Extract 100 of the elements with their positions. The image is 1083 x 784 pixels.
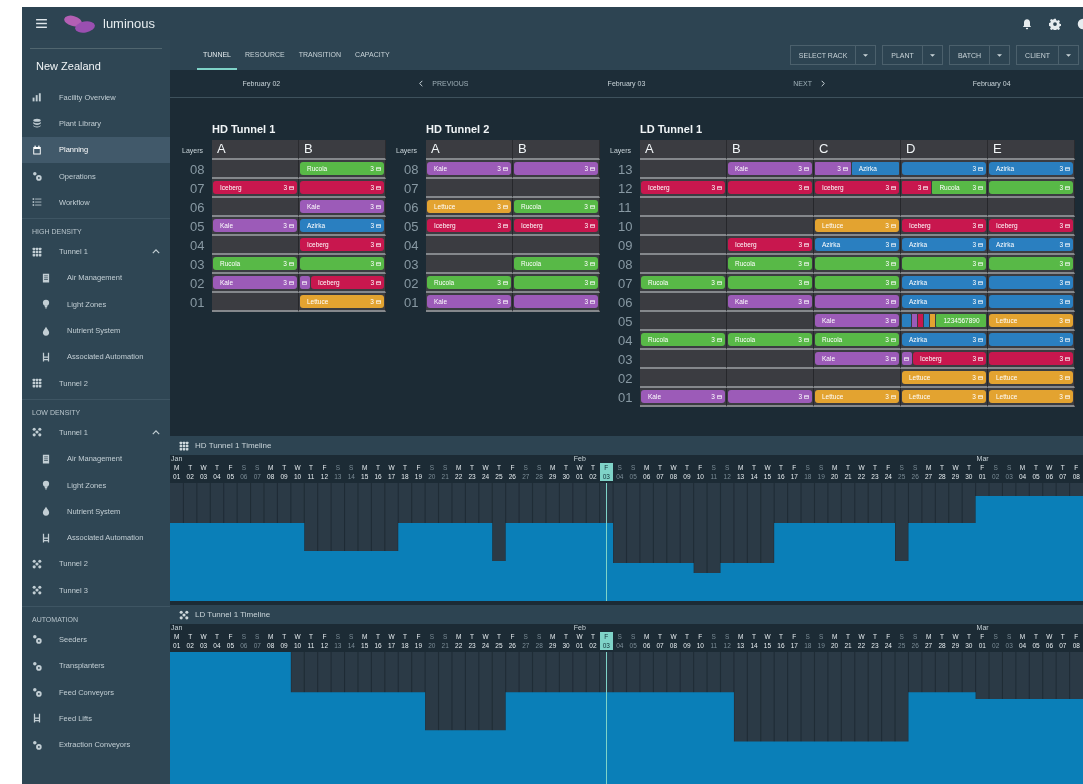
document-icon [41, 453, 51, 464]
rack-slot[interactable] [727, 217, 814, 236]
tray-icon [503, 299, 508, 304]
rack-slot[interactable] [727, 312, 814, 331]
rack-slot[interactable] [640, 160, 727, 179]
tray-icon [503, 223, 508, 228]
rack-slot[interactable] [426, 179, 513, 198]
tray-icon [978, 223, 983, 228]
layer-number: 06 [404, 199, 420, 217]
layer-number: 06 [190, 199, 206, 217]
tray-icon [1065, 166, 1070, 171]
rack-slot[interactable] [640, 350, 727, 369]
rack-slot[interactable] [727, 350, 814, 369]
rack-slot[interactable] [901, 198, 988, 217]
layer-number: 07 [190, 180, 206, 198]
rack-slot[interactable] [814, 198, 901, 217]
tray-icon [978, 261, 983, 266]
layer-number: 08 [618, 256, 634, 274]
plant-bar[interactable] [924, 314, 930, 327]
rack-slot[interactable] [727, 198, 814, 217]
rack-slot[interactable] [640, 198, 727, 217]
tray-icon [590, 166, 595, 171]
rack-slot[interactable] [640, 217, 727, 236]
account-icon[interactable] [1077, 17, 1083, 30]
tray-icon [978, 299, 983, 304]
chevron-icon[interactable] [152, 249, 160, 255]
rack-slot[interactable] [640, 255, 727, 274]
layer-number: 02 [404, 275, 420, 293]
tray-icon [590, 261, 595, 266]
plant-bar[interactable] [902, 314, 912, 327]
tunnel-title: LD Tunnel 1 [640, 123, 704, 135]
cross-icon [32, 558, 42, 569]
rack-slot[interactable] [814, 369, 901, 388]
cross-icon [32, 427, 42, 438]
column-header: B [513, 140, 600, 160]
rack-slot[interactable] [727, 369, 814, 388]
timeline-title: HD Tunnel 1 Timeline [195, 441, 272, 450]
layer-number: 06 [618, 294, 634, 312]
cross-icon [32, 585, 42, 596]
drop-icon [41, 506, 51, 517]
bulb-icon [41, 480, 51, 490]
layer-number: 02 [618, 370, 634, 388]
tray-icon [717, 394, 722, 399]
tray-icon [289, 280, 294, 285]
layer-number: 04 [190, 237, 206, 255]
column-header: B [727, 140, 814, 160]
chevron-icon[interactable] [152, 429, 160, 435]
column-header: B [299, 140, 386, 160]
tray-icon [891, 337, 896, 342]
grid-icon [32, 246, 42, 257]
tunnel-title: HD Tunnel 1 [212, 123, 277, 135]
layer-number: 04 [404, 237, 420, 255]
rack-slot[interactable] [640, 236, 727, 255]
rack-slot[interactable] [640, 312, 727, 331]
rack-slot[interactable] [426, 255, 513, 274]
tray-icon [978, 242, 983, 247]
rack-slot[interactable] [640, 369, 727, 388]
layer-number: 03 [618, 351, 634, 369]
lift-icon [32, 713, 42, 724]
tray-icon [289, 223, 294, 228]
plant-bar[interactable] [300, 276, 310, 289]
tray-icon [978, 166, 983, 171]
layer-number: 07 [404, 180, 420, 198]
rack-slot[interactable] [212, 198, 299, 217]
tray-icon [978, 337, 983, 342]
tray-icon [804, 394, 809, 399]
plant-bar[interactable] [902, 352, 912, 365]
tray-icon [1065, 337, 1070, 342]
rack-slot[interactable] [640, 293, 727, 312]
bar-chart-icon [32, 92, 42, 103]
plant-bar[interactable] [930, 314, 936, 327]
gears-icon [32, 739, 42, 750]
layer-number: 08 [404, 161, 420, 179]
layer-number: 05 [618, 313, 634, 331]
rack-slot[interactable] [212, 160, 299, 179]
layer-number: 05 [404, 218, 420, 236]
tray-icon [891, 318, 896, 323]
tray-icon [289, 185, 294, 190]
rack-slot[interactable] [988, 198, 1075, 217]
tray-icon [376, 166, 381, 171]
bulb-icon [41, 299, 51, 310]
rack-slot[interactable] [513, 236, 600, 255]
tray-icon [503, 166, 508, 171]
tray-icon [978, 185, 983, 190]
bell-icon[interactable] [1021, 17, 1033, 30]
tray-icon [891, 356, 896, 361]
menu-icon[interactable] [36, 19, 47, 28]
plant-bar[interactable] [912, 314, 918, 327]
settings-icon[interactable] [1049, 17, 1061, 30]
tray-icon [842, 166, 848, 171]
rack-slot[interactable] [426, 236, 513, 255]
caret-icon [929, 53, 935, 57]
cross-icon [179, 609, 189, 620]
rack-slot[interactable] [212, 293, 299, 312]
tray-icon [978, 280, 983, 285]
column-header: C [814, 140, 901, 160]
rack-slot[interactable] [513, 179, 600, 198]
tray-icon [376, 299, 381, 304]
rack-slot[interactable] [212, 236, 299, 255]
tray-icon [1065, 242, 1070, 247]
